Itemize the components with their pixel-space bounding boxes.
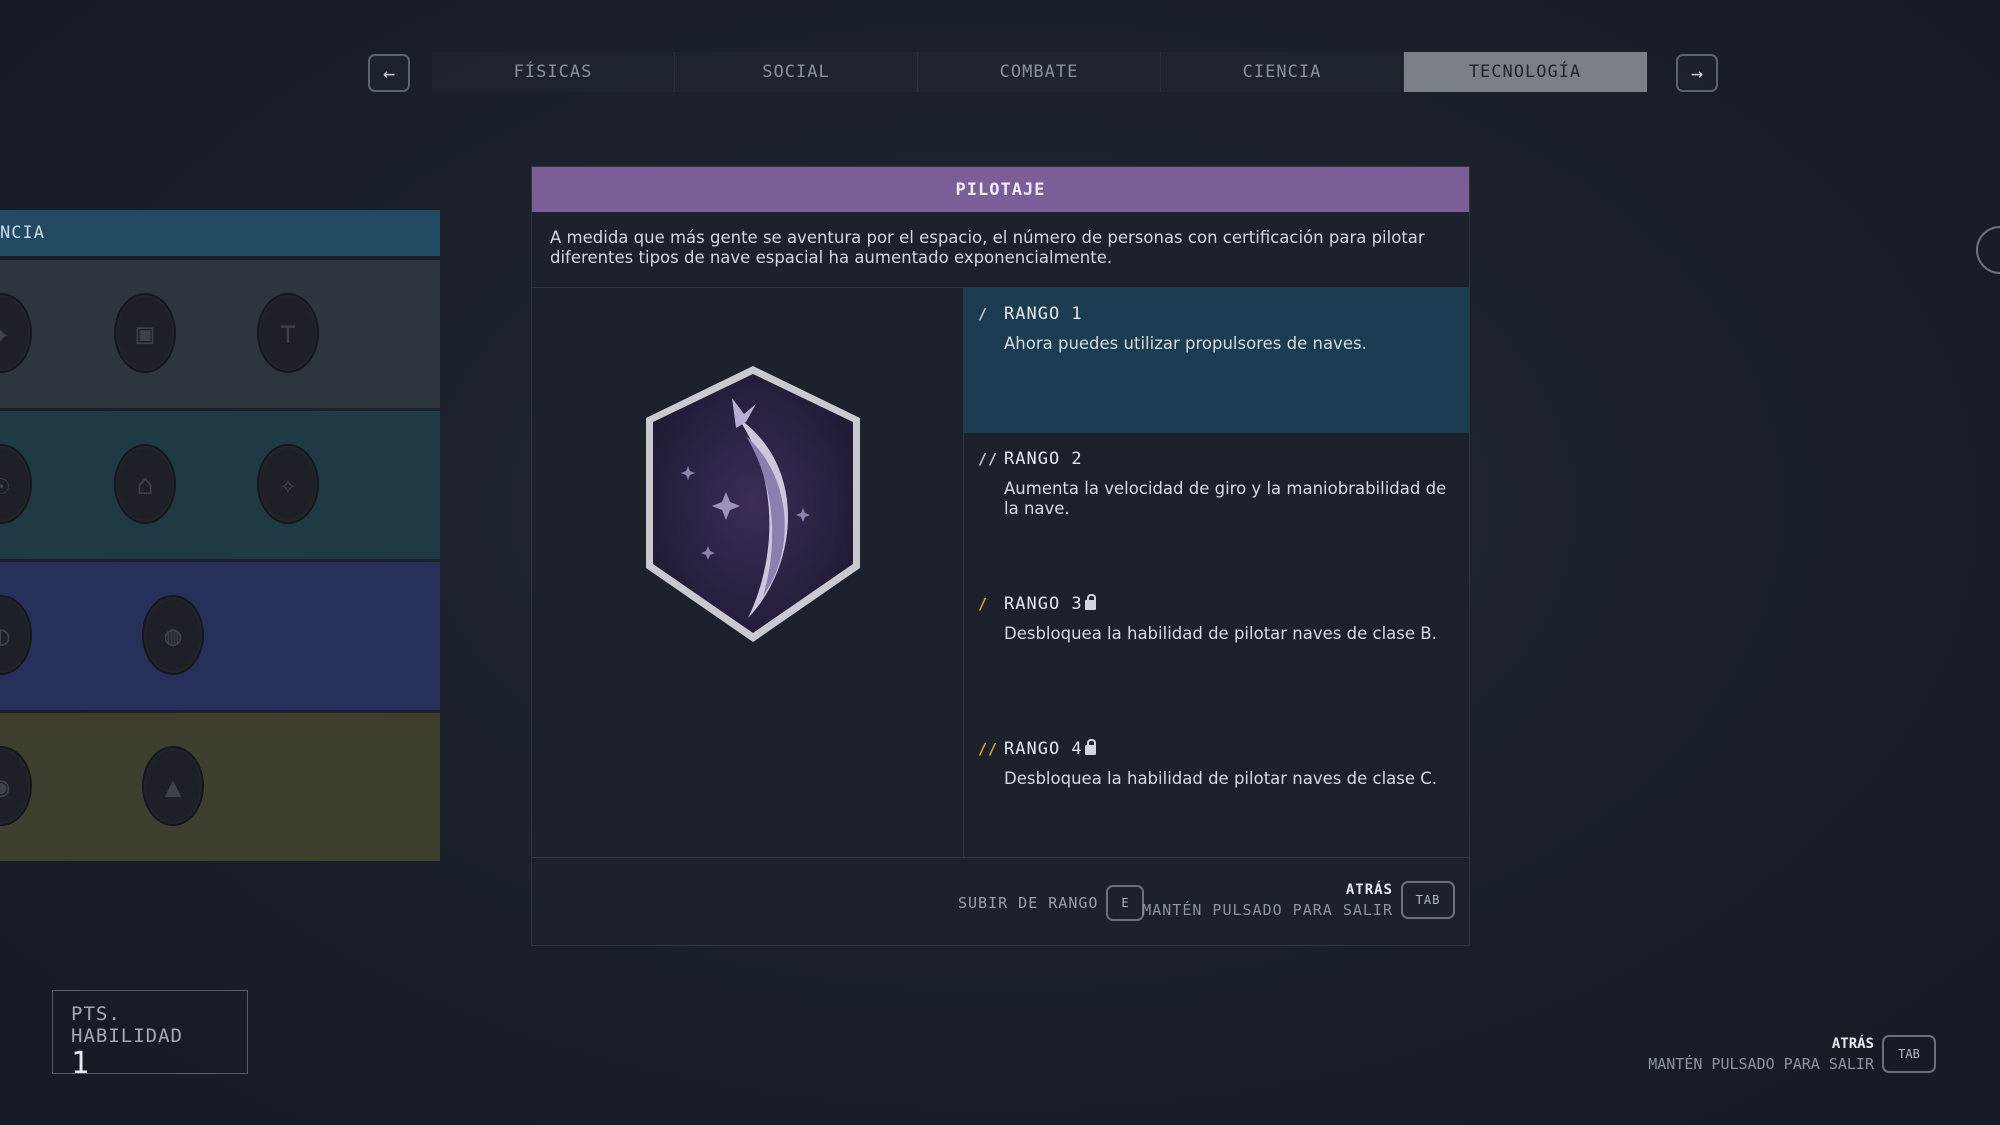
rank-label: RANGO 1: [1004, 304, 1083, 324]
rank-list: / RANGO 1 Ahora puedes utilizar propulso…: [964, 288, 1469, 859]
lock-icon: [1084, 739, 1096, 755]
pilotaje-badge-icon: [646, 366, 860, 642]
rank-up-hint[interactable]: SUBIR DE RANGO E: [958, 885, 1145, 921]
skill-body: / RANGO 1 Ahora puedes utilizar propulso…: [532, 288, 1469, 859]
skill-node-icon[interactable]: ⌂: [114, 444, 176, 524]
rank-description: Desbloquea la habilidad de pilotar naves…: [1004, 624, 1437, 643]
skill-node-icon[interactable]: ◐: [0, 595, 32, 675]
back-hint[interactable]: ATRÁS MANTÉN PULSADO PARA SALIR TAB: [1142, 880, 1455, 920]
skill-node-icon[interactable]: ☉: [0, 444, 32, 524]
skill-node-icon[interactable]: ▲: [142, 746, 204, 826]
skill-title: PILOTAJE: [532, 167, 1469, 212]
skill-tier-row: ☉ ⌂ ✧: [0, 411, 440, 559]
lock-icon: [1084, 594, 1096, 610]
back-sub-label: MANTÉN PULSADO PARA SALIR: [1142, 901, 1393, 919]
rank-description: Ahora puedes utilizar propulsores de nav…: [1004, 334, 1367, 353]
skill-points-value: 1: [71, 1046, 90, 1081]
skill-tree-header: NCIA: [0, 210, 440, 256]
skill-points-label: PTS. HABILIDAD: [71, 1003, 183, 1047]
rank-bars-icon: //: [978, 450, 999, 468]
rank-item-4[interactable]: // RANGO 4 Desbloquea la habilidad de pi…: [964, 723, 1469, 868]
skill-points-box: PTS. HABILIDAD 1: [52, 990, 248, 1079]
skill-tier-row: ◐ ◍: [0, 562, 440, 710]
global-back-label: ATRÁS: [1831, 1036, 1874, 1052]
rank-label: RANGO 3: [1004, 594, 1083, 614]
skill-tier-row: ◉ ▲: [0, 713, 440, 861]
rank-bars-icon: /: [978, 595, 989, 613]
skill-node-icon[interactable]: ✦: [0, 293, 32, 373]
arrow-left-icon: ←: [382, 61, 396, 85]
skill-node-icon[interactable]: ▣: [114, 293, 176, 373]
next-tab-button[interactable]: →: [1676, 54, 1718, 92]
rank-bars-icon: //: [978, 740, 999, 758]
rank-bars-icon: /: [978, 305, 989, 323]
category-tabs: FÍSICAS SOCIAL COMBATE CIENCIA TECNOLOGÍ…: [432, 52, 1647, 92]
rank-description: Aumenta la velocidad de giro y la maniob…: [1004, 479, 1447, 518]
tab-fisicas[interactable]: FÍSICAS: [432, 52, 675, 92]
tab-tecnologia[interactable]: TECNOLOGÍA: [1404, 52, 1647, 92]
skill-badge-area: [532, 288, 964, 859]
key-tab-icon[interactable]: TAB: [1882, 1035, 1936, 1073]
tab-ciencia[interactable]: CIENCIA: [1161, 52, 1404, 92]
global-back-sub-label: MANTÉN PULSADO PARA SALIR: [1648, 1055, 1874, 1073]
skill-description: A medida que más gente se aventura por e…: [532, 212, 1469, 288]
prev-tab-button[interactable]: ←: [368, 54, 410, 92]
tab-social[interactable]: SOCIAL: [675, 52, 918, 92]
tab-combate[interactable]: COMBATE: [918, 52, 1161, 92]
rank-label: RANGO 4: [1004, 739, 1083, 759]
skill-node-icon[interactable]: ✧: [257, 444, 319, 524]
dialog-footer: SUBIR DE RANGO E ATRÁS MANTÉN PULSADO PA…: [532, 857, 1469, 945]
skill-node-icon[interactable]: ⊤: [257, 293, 319, 373]
rank-description: Desbloquea la habilidad de pilotar naves…: [1004, 769, 1438, 788]
rank-label: RANGO 2: [1004, 449, 1083, 469]
key-e-icon[interactable]: E: [1106, 885, 1145, 921]
skill-node-icon[interactable]: ◉: [0, 746, 32, 826]
skill-detail-dialog: PILOTAJE A medida que más gente se avent…: [531, 166, 1470, 946]
arrow-right-icon: →: [1690, 61, 1704, 85]
key-tab-icon[interactable]: TAB: [1401, 881, 1455, 919]
rank-item-2[interactable]: // RANGO 2 Aumenta la velocidad de giro …: [964, 433, 1469, 578]
global-back-hint[interactable]: ATRÁS MANTÉN PULSADO PARA SALIR TAB: [1648, 1034, 1936, 1074]
rank-item-1[interactable]: / RANGO 1 Ahora puedes utilizar propulso…: [964, 288, 1469, 433]
skill-tree-panel: NCIA ✦ ▣ ⊤ ☉ ⌂ ✧ ◐ ◍ ◉ ▲: [0, 210, 440, 861]
skill-node-icon[interactable]: ◍: [142, 595, 204, 675]
skill-tier-row: ✦ ▣ ⊤: [0, 260, 440, 408]
rank-item-3[interactable]: / RANGO 3 Desbloquea la habilidad de pil…: [964, 578, 1469, 723]
rank-up-label: SUBIR DE RANGO: [958, 894, 1099, 912]
back-label: ATRÁS: [1345, 882, 1393, 898]
